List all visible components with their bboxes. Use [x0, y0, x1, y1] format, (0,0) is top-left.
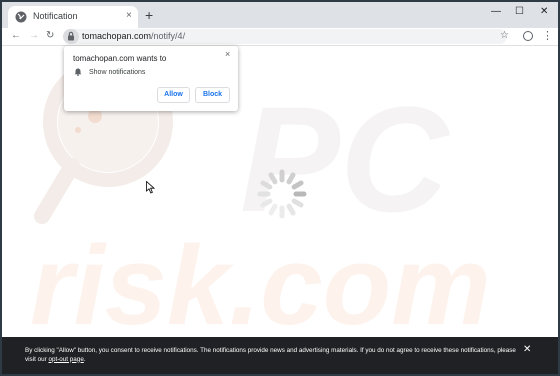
window-close-icon[interactable]: ✕: [540, 6, 548, 18]
banner-text: By clicking "Allow" button, you consent …: [25, 347, 525, 364]
banner-close-icon[interactable]: ✕: [523, 345, 531, 355]
back-icon[interactable]: ←: [11, 30, 21, 42]
browser-window: Notification × + — ☐ ✕ ← → ↻ tomachopan.…: [2, 2, 558, 374]
popup-title: tomachopan.com wants to: [73, 54, 167, 63]
tab-strip: Notification × + — ☐ ✕: [2, 2, 558, 28]
bell-icon: [74, 68, 82, 76]
banner-message: By clicking "Allow" button, you consent …: [25, 347, 516, 363]
minimize-icon[interactable]: —: [491, 6, 501, 18]
mouse-cursor-icon: [146, 181, 155, 194]
loading-spinner: [257, 169, 307, 219]
opt-out-link[interactable]: opt-out page: [48, 356, 83, 363]
banner-suffix: .: [83, 355, 86, 363]
consent-banner: By clicking "Allow" button, you consent …: [2, 337, 558, 374]
tab-title: Notification: [33, 11, 78, 21]
popup-close-icon[interactable]: ×: [225, 49, 230, 59]
watermark-risk: risk.com: [30, 223, 491, 348]
url-text: tomachopan.com/notify/4/: [82, 31, 185, 41]
notification-permission-popup: tomachopan.com wants to × Show notificat…: [64, 46, 238, 111]
block-button[interactable]: Block: [195, 87, 230, 103]
account-icon[interactable]: [523, 31, 533, 41]
url-domain: tomachopan.com: [82, 31, 152, 41]
new-tab-icon[interactable]: +: [145, 8, 153, 22]
allow-button[interactable]: Allow: [157, 87, 190, 103]
menu-icon[interactable]: ⋮: [542, 29, 553, 43]
permission-label: Show notifications: [89, 69, 146, 76]
reload-icon[interactable]: ↻: [46, 30, 54, 42]
tab-notification[interactable]: Notification ×: [8, 6, 138, 28]
tab-close-icon[interactable]: ×: [126, 10, 132, 22]
url-path: /notify/4/: [151, 31, 186, 41]
lock-icon: [68, 31, 74, 41]
maximize-icon[interactable]: ☐: [515, 6, 524, 18]
forward-icon[interactable]: →: [29, 30, 39, 42]
address-bar[interactable]: tomachopan.com/notify/4/: [63, 29, 507, 44]
globe-icon: [15, 11, 27, 23]
site-info-chip[interactable]: [63, 29, 79, 44]
toolbar: ← → ↻ tomachopan.com/notify/4/ ☆ ⋮: [2, 28, 558, 46]
bookmark-star-icon[interactable]: ☆: [500, 30, 509, 42]
